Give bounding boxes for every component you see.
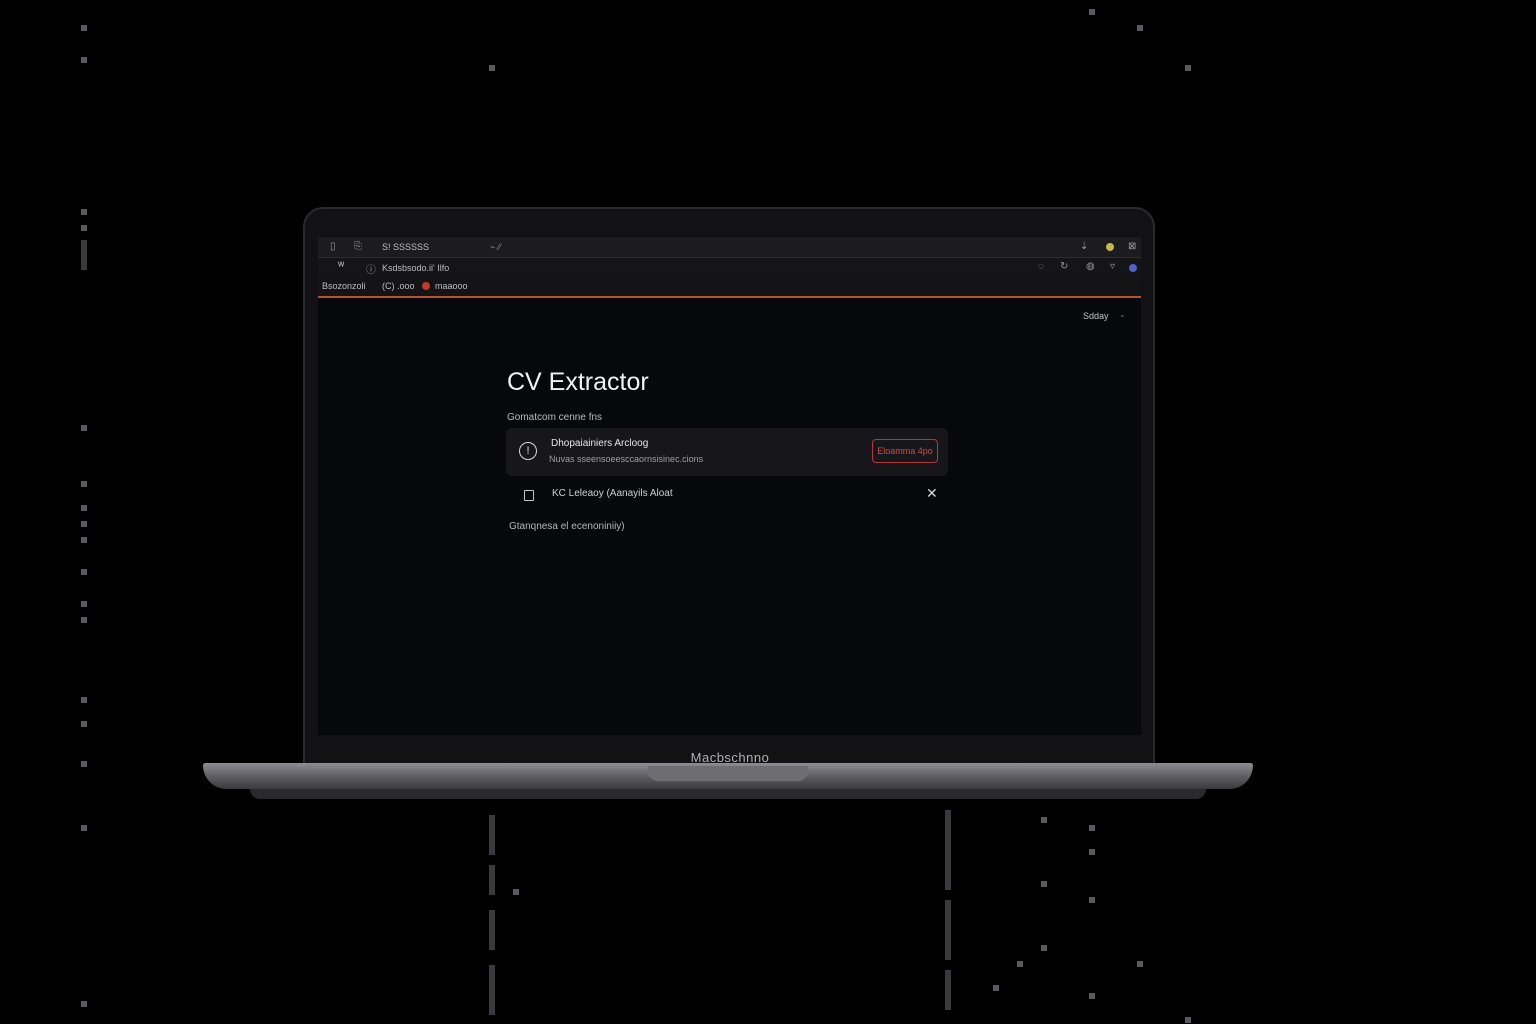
footnote-text: Gtanqnesa el ecenoniniiy) bbox=[509, 521, 625, 532]
bookmark-item[interactable]: Bsozonzoli bbox=[322, 281, 366, 291]
bookmarks-bar: Bsozonzoli (C) .ooo maaooo bbox=[318, 277, 1141, 298]
notice-title: Dhopaiainiers Arcloog bbox=[551, 438, 649, 449]
site-info-icon[interactable]: ⓘ bbox=[366, 261, 376, 276]
tab-title[interactable]: S! SSSSSS bbox=[382, 242, 429, 252]
address-field[interactable]: Ksdsbsodo.ii' Ilfo bbox=[382, 263, 449, 273]
shield-icon[interactable]: ▿ bbox=[1110, 261, 1115, 272]
window-close-icon[interactable]: ⊠ bbox=[1128, 241, 1136, 252]
close-icon[interactable]: ✕ bbox=[926, 485, 938, 502]
sidebar-icon[interactable]: ▯ bbox=[330, 241, 336, 252]
device-label: Macbschnno bbox=[690, 750, 770, 765]
laptop-screen: ▯ ⎘ S! SSSSSS ⌁ ⁄⁄ ⇣ ⊠ ᵂ ⓘ Ksdsbsodo.ii'… bbox=[318, 237, 1141, 735]
share-icon[interactable]: ◌ bbox=[1038, 261, 1044, 272]
tab-page-icon: ⎘ bbox=[354, 241, 362, 252]
download-icon[interactable]: ⇣ bbox=[1080, 241, 1088, 252]
chevron-down-icon[interactable]: ⌄ bbox=[1119, 310, 1126, 319]
bookmark-item[interactable]: maaooo bbox=[435, 281, 468, 291]
option-label[interactable]: KC Leleaoy (Aanayils Aloat bbox=[552, 488, 673, 499]
profile-icon[interactable]: ◍ bbox=[1086, 261, 1095, 272]
alert-icon: ! bbox=[519, 442, 537, 460]
language-selector[interactable]: Sdday bbox=[1083, 311, 1109, 321]
browser-address-bar: ᵂ ⓘ Ksdsbsodo.ii' Ilfo ◌ ↻ ◍ ▿ bbox=[318, 257, 1141, 278]
extension-icon[interactable] bbox=[1106, 243, 1114, 251]
option-checkbox[interactable] bbox=[524, 490, 534, 501]
reload-icon[interactable]: ↻ bbox=[1060, 261, 1068, 272]
laptop-notch bbox=[648, 766, 808, 781]
tab-close-icon[interactable]: ⌁ ⁄⁄ bbox=[490, 242, 501, 253]
page-subtitle: Gomatcom cenne fns bbox=[507, 412, 603, 423]
account-avatar[interactable] bbox=[1129, 264, 1137, 272]
logo-icon: ᵂ bbox=[338, 261, 345, 272]
notice-action-button[interactable]: Eloamma 4po bbox=[872, 439, 938, 463]
bookmark-item[interactable]: (C) .ooo bbox=[382, 281, 415, 291]
option-row: KC Leleaoy (Aanayils Aloat ✕ bbox=[508, 485, 948, 505]
laptop-base-shadow bbox=[250, 789, 1206, 799]
browser-tab-bar: ▯ ⎘ S! SSSSSS ⌁ ⁄⁄ ⇣ ⊠ bbox=[318, 237, 1141, 257]
bookmark-favicon bbox=[422, 282, 430, 290]
notice-card: ! Dhopaiainiers Arcloog Nuvas sseensoees… bbox=[506, 428, 948, 476]
page-title: CV Extractor bbox=[507, 368, 649, 396]
notice-subtitle: Nuvas sseensoeesccaornsisinec.cions bbox=[549, 454, 704, 464]
